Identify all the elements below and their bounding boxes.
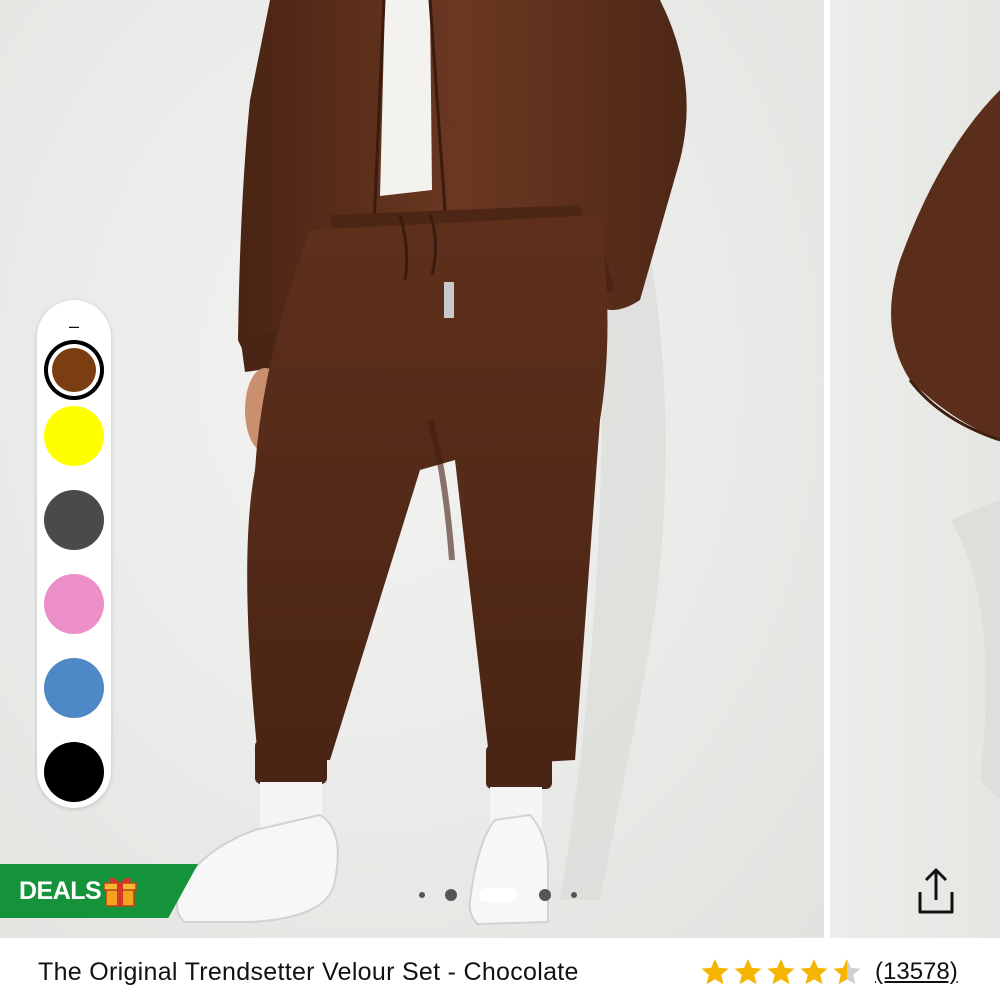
star-icon [833,959,861,985]
swatch-blue[interactable] [44,658,104,718]
gallery-pagination [415,884,585,906]
swatch-pink[interactable] [44,574,104,634]
pagination-dot[interactable] [445,889,457,901]
swatch-charcoal[interactable] [44,490,104,550]
swatch-chocolate[interactable] [44,340,104,400]
pagination-dot[interactable] [479,888,517,902]
deals-badge[interactable]: DEALS [0,864,198,918]
gift-icon [103,874,137,908]
share-button[interactable] [906,862,966,922]
product-image-gallery[interactable] [0,0,1000,938]
product-image-main[interactable] [0,0,824,938]
swatch-yellow[interactable] [44,406,104,466]
pagination-dot[interactable] [419,892,425,898]
model-photo [175,0,687,926]
color-swatch-rail: – [37,300,111,808]
review-count-link[interactable]: (13578) [875,958,958,986]
product-title: The Original Trendsetter Velour Set - Ch… [38,958,579,986]
swatch-black[interactable] [44,742,104,802]
star-icon [767,959,795,985]
share-icon [918,868,954,914]
star-icon [734,959,762,985]
product-rating[interactable]: (13578) [700,956,958,988]
next-photo-preview [891,90,1000,800]
star-icon [701,959,729,985]
deals-label: DEALS [19,876,102,905]
collapse-swatches-button[interactable]: – [37,308,111,344]
rating-stars [700,957,865,987]
pagination-dot[interactable] [571,892,577,898]
product-image-next[interactable] [830,0,1000,938]
pagination-dot[interactable] [539,889,551,901]
star-icon [800,959,828,985]
